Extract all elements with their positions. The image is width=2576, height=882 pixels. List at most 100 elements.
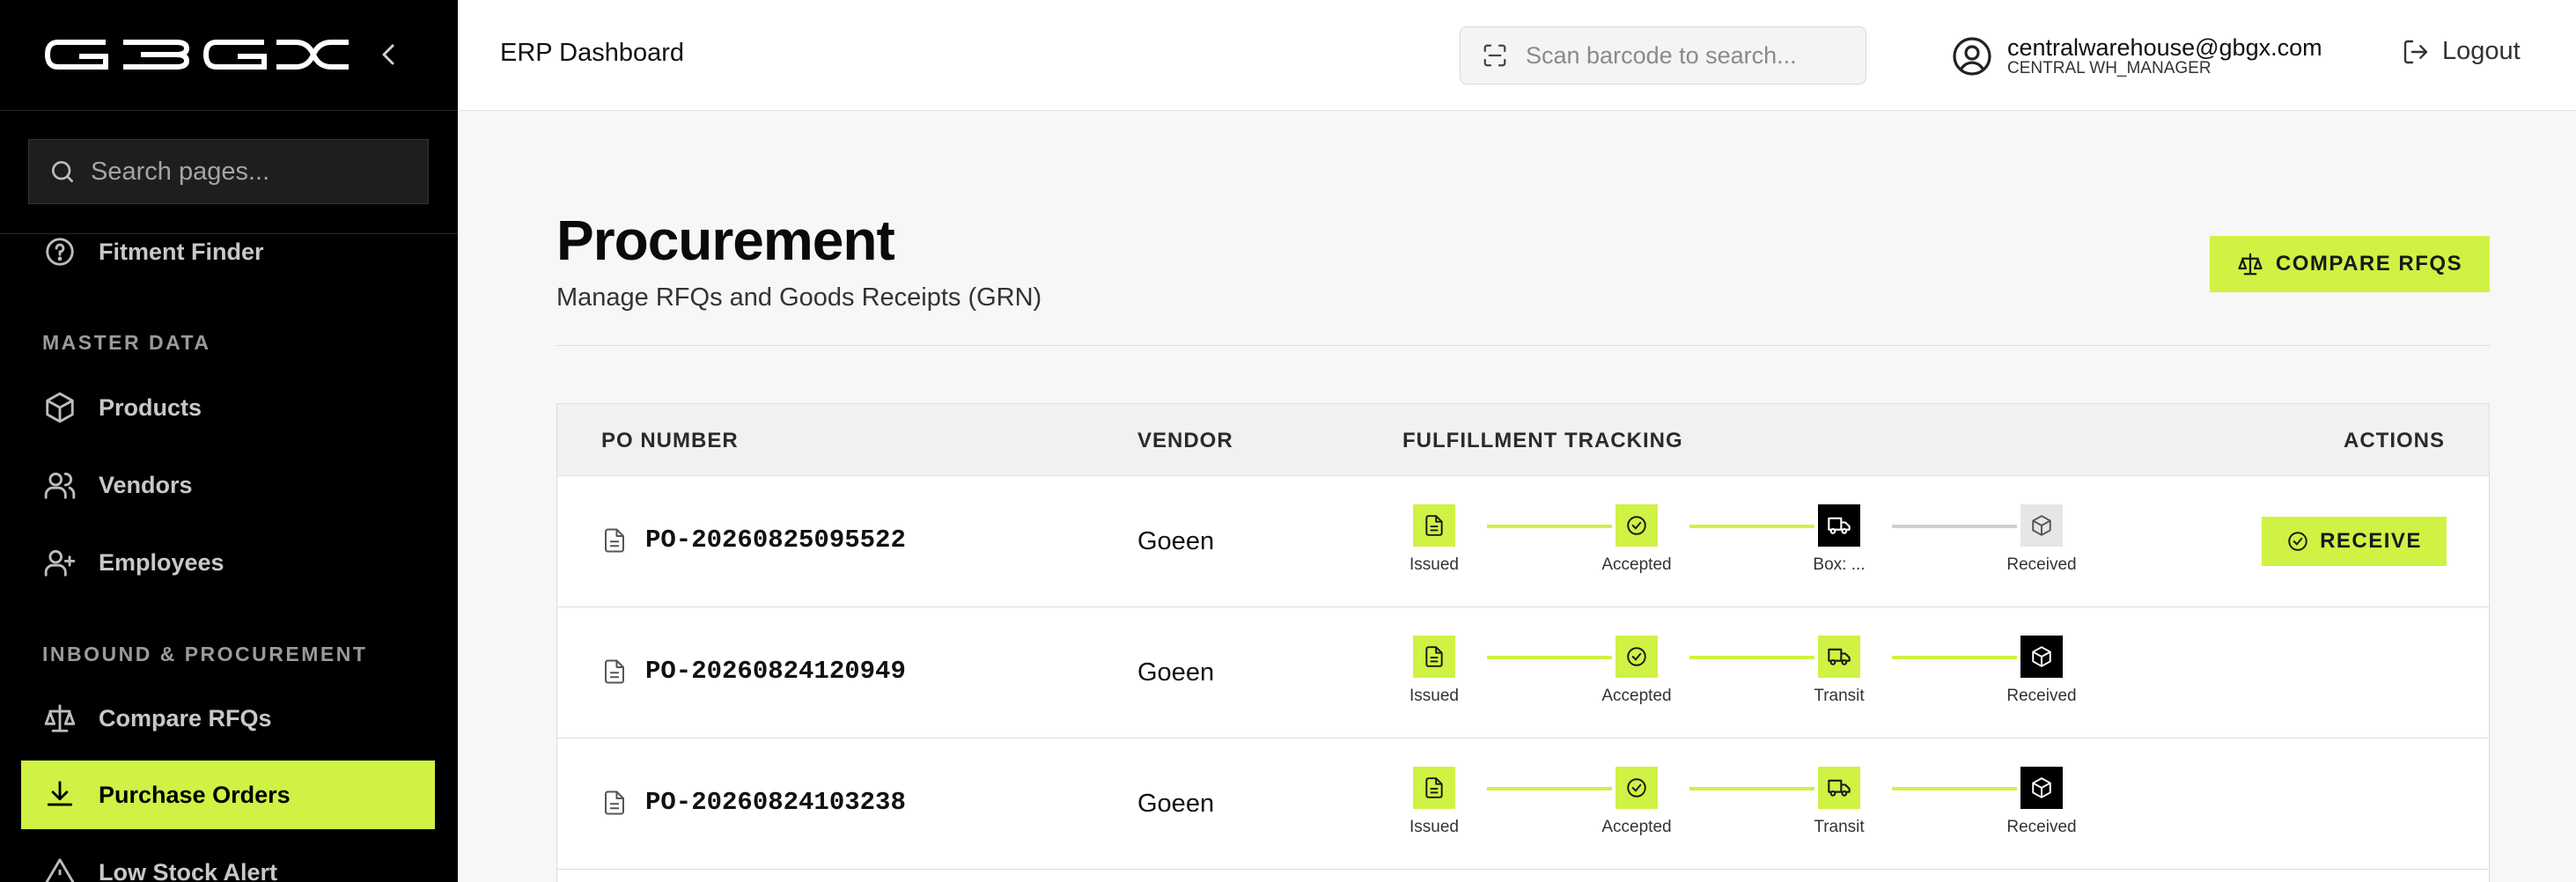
sidebar-header — [0, 0, 458, 111]
vendor-name: Goeen — [1137, 658, 1215, 687]
step-transit: Transit — [1786, 767, 1892, 837]
package-icon — [2020, 504, 2063, 547]
step-label: Issued — [1409, 818, 1459, 836]
file-text-icon — [601, 790, 628, 816]
step-label: Transit — [1814, 687, 1865, 705]
sidebar-item-label: Vendors — [99, 471, 193, 498]
col-fulfillment-tracking: FULFILLMENT TRACKING — [1402, 429, 1683, 452]
sidebar-item-label: Low Stock Alert — [99, 858, 278, 882]
logout-icon — [2402, 38, 2430, 66]
document-icon — [1413, 636, 1455, 678]
truck-icon — [1818, 636, 1860, 678]
sidebar: Fitment Finder MASTER DATA Products Vend… — [0, 0, 458, 882]
step-label: Received — [2006, 555, 2077, 574]
step-received: Received — [1989, 504, 2094, 575]
step-label: Accepted — [1601, 687, 1672, 705]
sidebar-item-vendors[interactable]: Vendors — [21, 451, 435, 519]
user-role: CENTRAL WH_MANAGER — [2007, 59, 2212, 77]
step-issued: Issued — [1381, 767, 1487, 837]
user-email: centralwarehouse@gbgx.com — [2007, 34, 2322, 61]
box-icon — [42, 390, 77, 425]
table-header: PO NUMBER VENDOR FULFILLMENT TRACKING AC… — [557, 404, 2489, 476]
sidebar-item-employees[interactable]: Employees — [21, 528, 435, 597]
table-row[interactable]: PO-20260824103238 Goeen Issued Accepted … — [557, 739, 2489, 870]
sidebar-item-low-stock-alert[interactable]: Low Stock Alert — [21, 838, 435, 882]
scan-icon — [1483, 44, 1506, 67]
fulfillment-tracker: Issued Accepted Transit Received — [1402, 636, 2107, 715]
step-accepted: Accepted — [1584, 636, 1689, 706]
step-transit: Transit — [1786, 636, 1892, 706]
file-text-icon — [601, 658, 628, 685]
col-vendor: VENDOR — [1137, 429, 1233, 452]
step-label: Issued — [1409, 687, 1459, 705]
col-po-number: PO NUMBER — [601, 429, 739, 452]
section-inbound-procurement: INBOUND & PROCUREMENT — [42, 643, 368, 665]
document-icon — [1413, 504, 1455, 547]
sidebar-item-purchase-orders[interactable]: Purchase Orders — [21, 761, 435, 829]
po-number[interactable]: PO-20260825095522 — [645, 526, 906, 555]
sidebar-item-label: Compare RFQs — [99, 704, 272, 731]
check-circle-icon — [1616, 636, 1658, 678]
step-issued: Issued — [1381, 504, 1487, 575]
sidebar-item-label: Fitment Finder — [99, 238, 264, 265]
barcode-search-input[interactable] — [1526, 41, 1843, 70]
check-circle-icon — [2286, 530, 2309, 553]
header-divider — [556, 345, 2490, 346]
search-icon — [52, 161, 73, 182]
sidebar-item-label: Purchase Orders — [99, 781, 291, 808]
file-text-icon — [601, 527, 628, 554]
sidebar-search-input[interactable] — [91, 157, 425, 187]
help-circle-icon — [42, 234, 77, 269]
step-accepted: Accepted — [1584, 504, 1689, 575]
check-circle-icon — [1616, 767, 1658, 809]
fulfillment-tracker: Issued Accepted Box: ... Received — [1402, 504, 2107, 584]
table-row[interactable]: PO-20260825095522 Goeen Issued Accepted … — [557, 476, 2489, 607]
step-accepted: Accepted — [1584, 767, 1689, 837]
compare-rfqs-button[interactable]: COMPARE RFQS — [2210, 236, 2490, 292]
app-title: ERP Dashboard — [500, 39, 685, 67]
po-number[interactable]: PO-20260824103238 — [645, 788, 906, 817]
truck-icon — [1818, 504, 1860, 547]
user-plus-icon — [42, 545, 77, 580]
sidebar-search[interactable] — [28, 139, 429, 204]
step-label: Transit — [1814, 818, 1865, 836]
step-label: Received — [2006, 818, 2077, 836]
vendor-name: Goeen — [1137, 790, 1215, 818]
receive-label: RECEIVE — [2320, 529, 2422, 553]
user-circle-icon — [1953, 37, 1991, 76]
step-transit: Box: ... — [1786, 504, 1892, 575]
check-circle-icon — [1616, 504, 1658, 547]
table-row[interactable]: PO-20260824120949 Goeen Issued Accepted … — [557, 607, 2489, 739]
sidebar-item-fitment-finder[interactable]: Fitment Finder — [21, 217, 435, 286]
fulfillment-tracker: Issued Accepted Transit Received — [1402, 767, 2107, 846]
chevron-left-icon[interactable] — [373, 39, 405, 70]
logout-label: Logout — [2442, 37, 2521, 65]
step-label: Issued — [1409, 555, 1459, 574]
sidebar-item-products[interactable]: Products — [21, 373, 435, 442]
vendor-name: Goeen — [1137, 527, 1215, 555]
page-title: Procurement — [556, 209, 895, 272]
step-received: Received — [1989, 767, 2094, 837]
step-label: Accepted — [1601, 818, 1672, 836]
sidebar-item-label: Products — [99, 393, 202, 421]
barcode-search[interactable] — [1460, 26, 1866, 85]
purchase-orders-table: PO NUMBER VENDOR FULFILLMENT TRACKING AC… — [556, 403, 2490, 882]
sidebar-item-compare-rfqs[interactable]: Compare RFQs — [21, 684, 435, 753]
logout-button[interactable]: Logout — [2402, 37, 2521, 66]
step-label: Accepted — [1601, 555, 1672, 574]
page-subtitle: Manage RFQs and Goods Receipts (GRN) — [556, 283, 1042, 312]
gbgx-logo — [44, 40, 349, 70]
truck-icon — [1818, 767, 1860, 809]
step-label: Received — [2006, 687, 2077, 705]
step-label: Box: ... — [1813, 555, 1866, 574]
section-master-data: MASTER DATA — [42, 331, 211, 354]
compare-rfqs-label: COMPARE RFQS — [2275, 252, 2463, 276]
package-icon — [2020, 636, 2063, 678]
alert-triangle-icon — [42, 855, 77, 882]
step-issued: Issued — [1381, 636, 1487, 706]
receive-button[interactable]: RECEIVE — [2262, 517, 2447, 566]
user-menu[interactable]: centralwarehouse@gbgx.com CENTRAL WH_MAN… — [1951, 32, 2322, 81]
po-number[interactable]: PO-20260824120949 — [645, 657, 906, 686]
users-icon — [42, 467, 77, 503]
scale-icon — [2237, 251, 2263, 277]
